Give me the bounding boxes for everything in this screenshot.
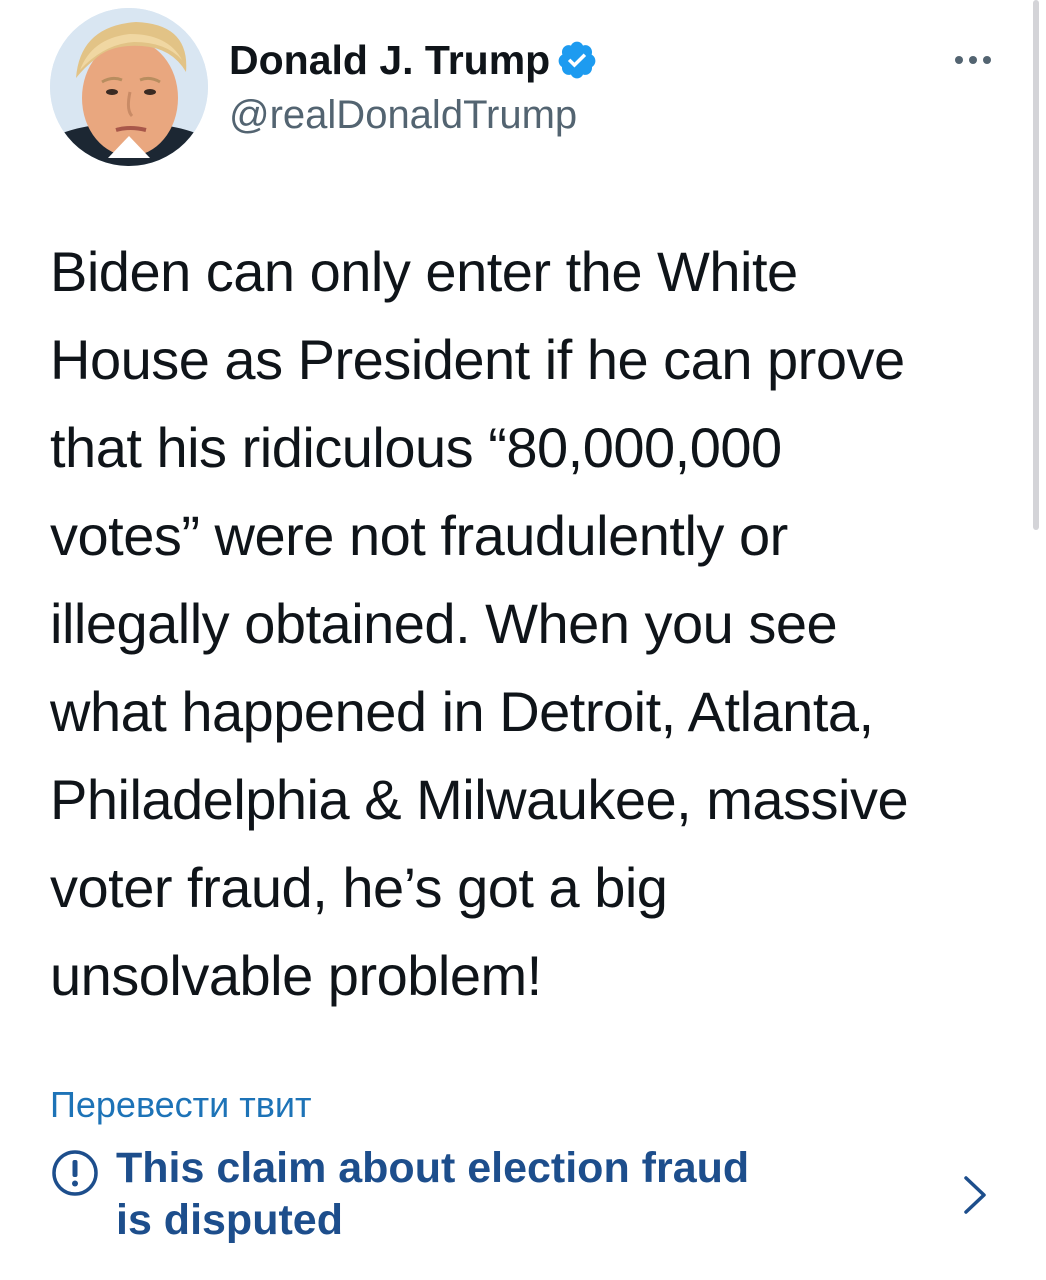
verified-badge-icon — [556, 39, 598, 81]
more-horizontal-icon — [955, 56, 991, 64]
author-display-name[interactable]: Donald J. Trump — [229, 34, 598, 86]
profile-photo — [50, 8, 208, 166]
disputed-claim-notice[interactable]: This claim about election fraud is dispu… — [50, 1142, 996, 1254]
notice-line: is disputed — [116, 1196, 343, 1244]
tweet-text-line: Biden can only enter the White — [50, 240, 798, 303]
exclamation-circle-icon — [50, 1148, 100, 1198]
tweet-text-line: votes” were not fraudulently or — [50, 504, 788, 567]
more-options-button[interactable] — [950, 40, 996, 80]
tweet-text-line: unsolvable problem! — [50, 944, 542, 1007]
tweet-text: Biden can only enter the White House as … — [50, 228, 990, 1020]
chevron-right-icon — [960, 1172, 990, 1218]
notice-line: This claim about election fraud — [116, 1144, 750, 1192]
tweet-text-line: illegally obtained. When you see — [50, 592, 838, 655]
avatar[interactable] — [50, 8, 208, 166]
disputed-claim-text: This claim about election fraud is dispu… — [116, 1142, 749, 1246]
tweet-text-line: voter fraud, he’s got a big — [50, 856, 668, 919]
scrollbar[interactable] — [1033, 0, 1039, 530]
tweet-text-line: House as President if he can prove — [50, 328, 905, 391]
translate-tweet-link[interactable]: Перевести твит — [50, 1082, 312, 1128]
tweet-text-line: what happened in Detroit, Atlanta, — [50, 680, 874, 743]
author-handle[interactable]: @realDonaldTrump — [229, 90, 577, 140]
display-name-text: Donald J. Trump — [229, 37, 551, 83]
tweet-text-line: that his ridiculous “80,000,000 — [50, 416, 782, 479]
tweet-text-line: Philadelphia & Milwaukee, massive — [50, 768, 909, 831]
